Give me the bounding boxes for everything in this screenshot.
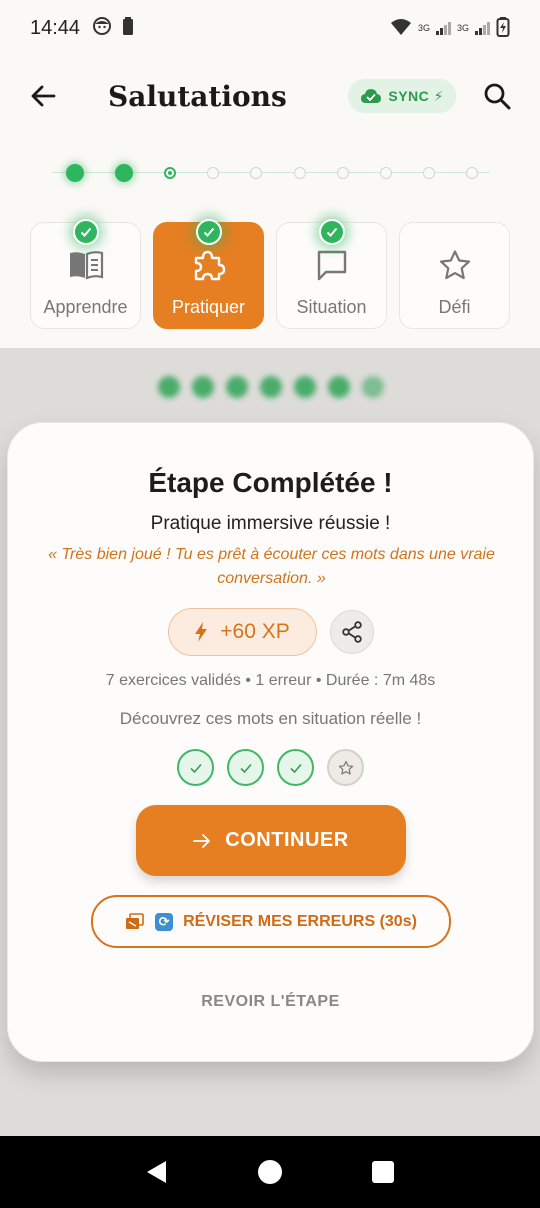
progress-dot-completed xyxy=(66,164,84,182)
nav-recents-button[interactable] xyxy=(363,1152,403,1192)
step-progress xyxy=(52,156,490,190)
section-status-row xyxy=(8,749,533,786)
section-done-badge xyxy=(227,749,264,786)
nav-home-button[interactable] xyxy=(250,1152,290,1192)
status-bar: 14:44 3G 3G xyxy=(0,0,540,56)
progress-dot xyxy=(207,167,220,179)
xp-badge: +60 XP xyxy=(167,608,317,656)
tab-label: Apprendre xyxy=(43,297,128,317)
search-button[interactable] xyxy=(480,79,514,113)
tab-check-badge xyxy=(72,219,99,245)
battery-small-icon xyxy=(122,16,134,41)
tab-check-badge xyxy=(318,219,345,245)
puzzle-icon xyxy=(194,250,225,281)
xp-value: +60 XP xyxy=(220,620,290,643)
share-icon xyxy=(341,621,362,643)
page-title: Salutations xyxy=(108,79,287,113)
lightning-icon xyxy=(195,622,208,642)
review-label: RÉVISER MES ERREURS (30s) xyxy=(183,912,417,930)
tab-label: Situation xyxy=(296,297,367,317)
tab-label: Défi xyxy=(438,297,471,317)
back-button[interactable] xyxy=(26,79,60,113)
refresh-icon: ⟳ xyxy=(155,912,174,931)
signal-icon xyxy=(475,21,490,35)
dialog-subtitle: Pratique immersive réussie ! xyxy=(150,513,391,534)
next-step-hint: Découvrez ces mots en situation réelle ! xyxy=(119,709,422,728)
section-done-badge xyxy=(277,749,314,786)
check-icon xyxy=(326,227,337,237)
cloud-check-icon xyxy=(361,89,382,103)
progress-dot-completed xyxy=(115,164,134,182)
tab-apprendre[interactable]: Apprendre xyxy=(30,219,141,329)
sync-label: SYNC ⚡ xyxy=(388,87,444,104)
arrow-right-icon xyxy=(193,833,211,848)
check-icon xyxy=(239,763,252,773)
sync-badge[interactable]: SYNC ⚡ xyxy=(348,79,456,113)
section-tabs: Apprendre Pratiquer Situation Défi xyxy=(30,219,510,332)
progress-dot xyxy=(293,167,306,179)
progress-dot xyxy=(250,167,263,179)
nav-back-button[interactable] xyxy=(137,1152,177,1192)
wifi-icon xyxy=(390,18,412,38)
search-icon xyxy=(484,83,511,110)
status-time: 14:44 xyxy=(30,16,81,39)
tab-pratiquer[interactable]: Pratiquer xyxy=(153,219,264,329)
arrow-left-icon xyxy=(31,85,56,107)
network-type-label: 3G xyxy=(417,23,430,33)
review-step-link[interactable]: REVOIR L'ÉTAPE xyxy=(8,993,533,1011)
flashcard-icon xyxy=(126,912,144,929)
progress-dot xyxy=(336,167,349,179)
share-button[interactable] xyxy=(329,610,374,654)
signal-icon xyxy=(435,21,451,35)
check-icon xyxy=(203,227,214,237)
book-icon xyxy=(69,251,103,280)
session-stats: 7 exercices validés • 1 erreur • Durée :… xyxy=(105,672,436,689)
chat-icon xyxy=(317,250,346,281)
progress-dot xyxy=(465,167,478,179)
network-type-label: 3G xyxy=(456,23,469,33)
review-mistakes-button[interactable]: ⟳ RÉVISER MES ERREURS (30s) xyxy=(91,895,451,948)
section-done-badge xyxy=(177,749,214,786)
tab-check-badge xyxy=(195,219,222,245)
progress-dot xyxy=(422,167,435,179)
tab-situation[interactable]: Situation xyxy=(276,219,387,329)
square-recents-icon xyxy=(372,1161,395,1183)
tab-defi[interactable]: Défi xyxy=(399,222,510,329)
blurred-progress xyxy=(158,376,384,398)
circle-home-icon xyxy=(257,1160,282,1184)
face-icon xyxy=(92,16,112,41)
progress-dot xyxy=(379,167,392,179)
check-icon xyxy=(189,763,202,773)
section-pending-badge xyxy=(327,749,364,786)
star-icon xyxy=(439,250,470,280)
check-icon xyxy=(80,227,91,237)
check-icon xyxy=(289,763,302,773)
star-icon xyxy=(338,760,353,775)
battery-charging-icon xyxy=(496,16,510,40)
dialog-title: Étape Complétée ! xyxy=(148,467,393,498)
step-complete-dialog: Étape Complétée ! Pratique immersive réu… xyxy=(7,422,534,1062)
triangle-back-icon xyxy=(146,1161,166,1183)
continue-button[interactable]: CONTINUER xyxy=(136,805,406,876)
tab-label: Pratiquer xyxy=(171,297,246,317)
progress-dot-current xyxy=(164,167,177,179)
app-header: Salutations SYNC ⚡ xyxy=(0,64,540,128)
continue-label: CONTINUER xyxy=(225,829,349,851)
encouragement-quote: « Très bien joué ! Tu es prêt à écouter … xyxy=(48,546,495,587)
system-nav-bar xyxy=(0,1136,540,1208)
